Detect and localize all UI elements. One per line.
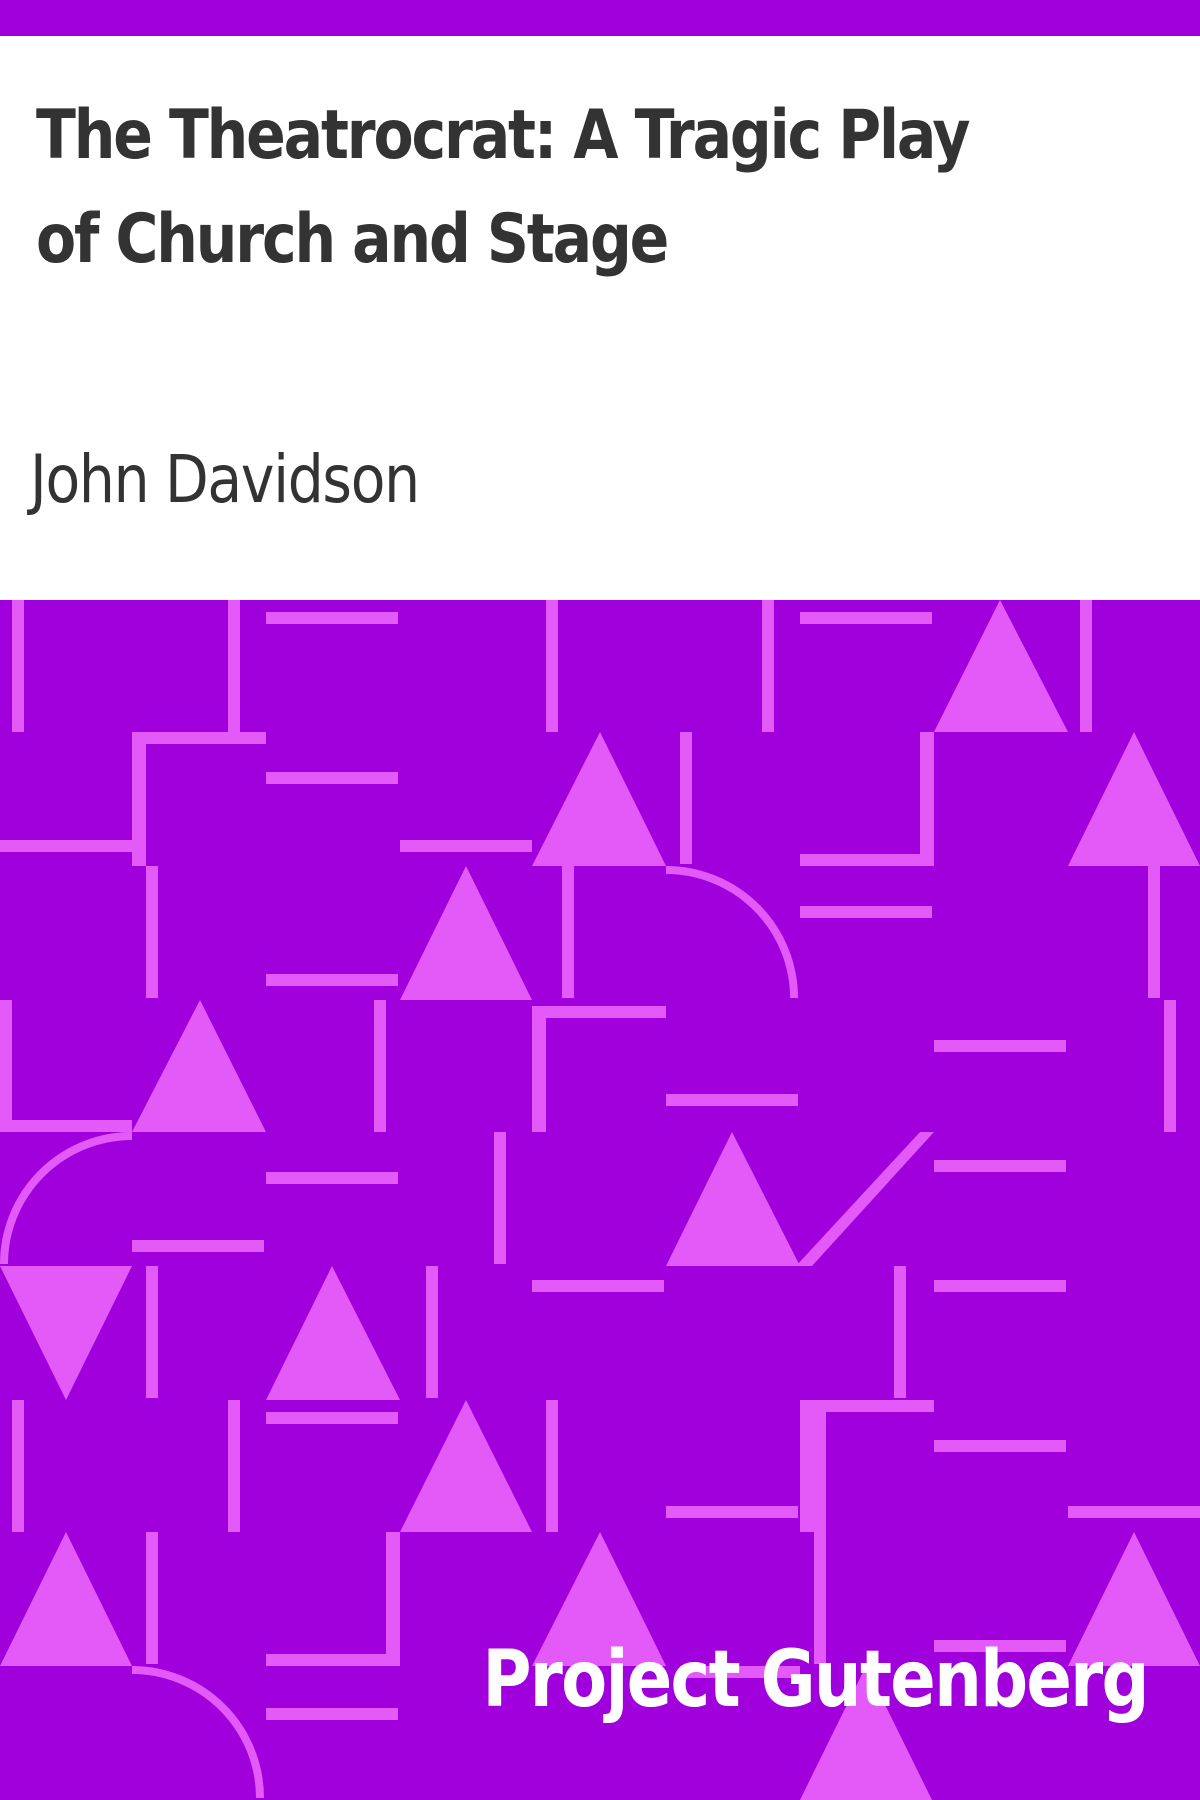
cover-pattern xyxy=(0,600,1200,1800)
book-title: The Theatrocrat: A Tragic Play of Church… xyxy=(36,96,970,279)
book-author: John Davidson xyxy=(30,441,420,518)
top-accent-bar xyxy=(0,0,1200,36)
geometric-pattern-art xyxy=(0,600,1200,1800)
publisher-name: Project Gutenberg xyxy=(482,1635,1149,1725)
